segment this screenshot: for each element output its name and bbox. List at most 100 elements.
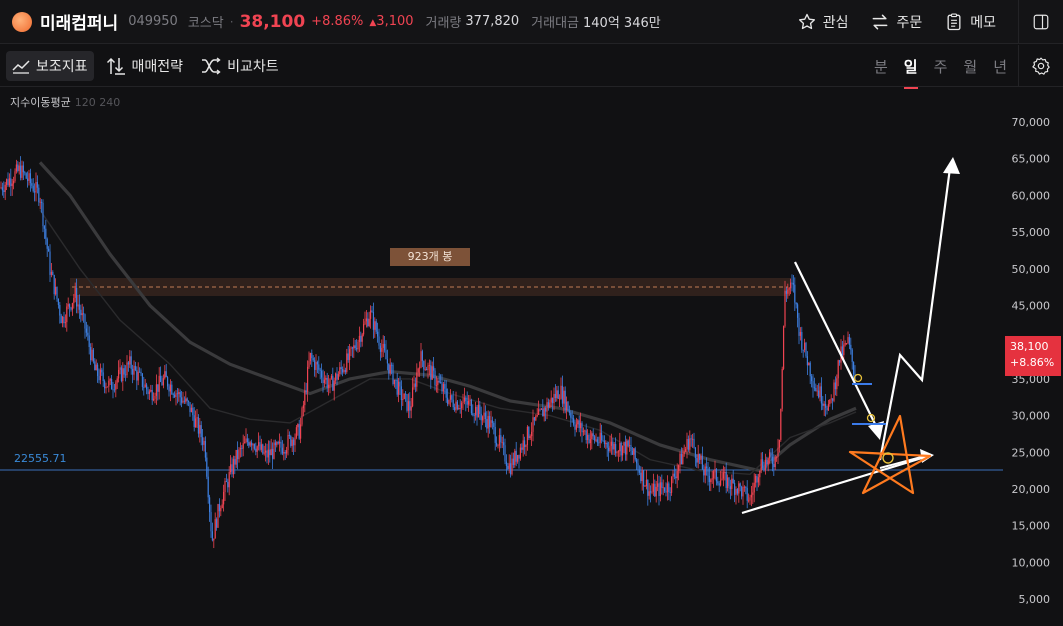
support-trend-line[interactable] bbox=[741, 456, 923, 515]
period-selector: 분 일 주 월 년 bbox=[858, 45, 1007, 89]
candle-body bbox=[778, 439, 780, 448]
candle-body bbox=[808, 362, 810, 366]
candle-body bbox=[440, 382, 442, 384]
period-year[interactable]: 년 bbox=[993, 56, 1007, 77]
candle-body bbox=[608, 447, 610, 452]
candle-body bbox=[637, 463, 639, 471]
candle-body bbox=[816, 390, 818, 392]
candle-body bbox=[130, 356, 132, 369]
change-amount: ▲3,100 bbox=[369, 14, 413, 29]
candle-body bbox=[798, 317, 800, 336]
candle-body bbox=[734, 483, 736, 495]
candle-body bbox=[206, 457, 208, 477]
orange-star-drawing[interactable] bbox=[848, 414, 932, 495]
candle-body bbox=[232, 459, 234, 475]
candle-body bbox=[596, 439, 598, 443]
candle-body bbox=[836, 378, 838, 390]
candle-body bbox=[321, 370, 323, 378]
price-chart[interactable]: 70,00065,00060,00055,00050,00045,00040,0… bbox=[0, 88, 1063, 626]
candle-body bbox=[766, 460, 768, 465]
candle-body bbox=[497, 445, 499, 447]
candle-body bbox=[66, 306, 68, 323]
candle-body bbox=[689, 438, 691, 450]
candle-body bbox=[522, 440, 524, 450]
period-month[interactable]: 월 bbox=[963, 56, 977, 77]
indicator-legend[interactable]: 지수이동평균 120 240 bbox=[10, 94, 120, 110]
candle-body bbox=[147, 389, 149, 395]
chart-settings-button[interactable] bbox=[1018, 45, 1063, 87]
candle-body bbox=[788, 288, 790, 290]
y-axis-tick: 55,000 bbox=[1012, 226, 1051, 239]
candle-body bbox=[739, 483, 741, 487]
volume-label: 거래량 bbox=[425, 16, 462, 31]
candle-body bbox=[640, 472, 642, 482]
candle-body bbox=[559, 398, 561, 400]
candle-body bbox=[538, 409, 540, 415]
memo-label: 메모 bbox=[970, 15, 996, 31]
candle-body bbox=[414, 383, 416, 387]
candle-body bbox=[456, 401, 458, 410]
candle-body bbox=[349, 348, 351, 360]
compare-button[interactable]: 비교차트 bbox=[195, 51, 285, 81]
candle-body bbox=[62, 316, 64, 324]
amount-value: 140억 346만 bbox=[583, 16, 661, 31]
candle-body bbox=[435, 385, 437, 386]
candle-body bbox=[398, 381, 400, 395]
candle-body bbox=[409, 401, 411, 411]
candle-body bbox=[143, 386, 145, 388]
down-trend-arrow-line[interactable] bbox=[794, 261, 879, 431]
candle-body bbox=[119, 367, 121, 370]
candle-body bbox=[641, 470, 643, 482]
candle-body bbox=[197, 417, 199, 434]
candle-body bbox=[792, 282, 794, 285]
candle-body bbox=[701, 455, 703, 470]
candle-body bbox=[615, 443, 617, 454]
candle-body bbox=[204, 440, 206, 458]
candle-body bbox=[151, 389, 153, 401]
candle-body bbox=[550, 397, 552, 403]
period-day[interactable]: 일 bbox=[903, 56, 918, 89]
candle-body bbox=[426, 369, 428, 371]
bar-count-label: 923개 봉 bbox=[390, 248, 470, 266]
candle-body bbox=[577, 420, 579, 425]
y-axis-tick: 45,000 bbox=[1012, 300, 1051, 313]
candle-body bbox=[251, 442, 253, 446]
watch-button[interactable]: 관심 bbox=[797, 12, 848, 32]
candle-body bbox=[575, 424, 577, 430]
indicators-button[interactable]: 보조지표 bbox=[6, 50, 94, 81]
gear-icon bbox=[1032, 57, 1050, 75]
candle-body bbox=[105, 386, 107, 389]
memo-button[interactable]: 메모 bbox=[944, 12, 996, 32]
horizontal-line-value: 22555.71 bbox=[14, 452, 67, 465]
candle-body bbox=[571, 417, 573, 419]
candle-body bbox=[273, 442, 275, 459]
candle-body bbox=[417, 368, 419, 373]
candle-body bbox=[344, 369, 346, 372]
candle-body bbox=[183, 400, 185, 402]
candle-body bbox=[335, 373, 337, 381]
candle-body bbox=[441, 382, 443, 392]
period-minute[interactable]: 분 bbox=[874, 56, 888, 77]
side-panel-toggle[interactable] bbox=[1018, 0, 1063, 44]
candle-body bbox=[175, 393, 177, 397]
y-axis-tick: 30,000 bbox=[1012, 410, 1051, 423]
candle-body bbox=[683, 451, 685, 455]
candle-body bbox=[560, 385, 562, 399]
order-button[interactable]: 주문 bbox=[870, 12, 922, 32]
candle-body bbox=[218, 504, 220, 512]
breakout-arrow-line[interactable] bbox=[878, 167, 952, 461]
period-week[interactable]: 주 bbox=[934, 56, 948, 77]
candle-body bbox=[34, 191, 36, 193]
candle-body bbox=[585, 430, 587, 441]
candle-body bbox=[18, 165, 20, 171]
candle-body bbox=[274, 442, 276, 446]
candle-body bbox=[174, 394, 176, 397]
strategy-button[interactable]: 매매전략 bbox=[100, 51, 190, 81]
candle-body bbox=[539, 409, 541, 411]
candle-body bbox=[11, 183, 13, 187]
candle-body bbox=[602, 440, 604, 442]
candle-body bbox=[815, 387, 817, 392]
candle-body bbox=[622, 445, 624, 456]
candle-body bbox=[59, 304, 61, 316]
candle-body bbox=[318, 364, 320, 370]
